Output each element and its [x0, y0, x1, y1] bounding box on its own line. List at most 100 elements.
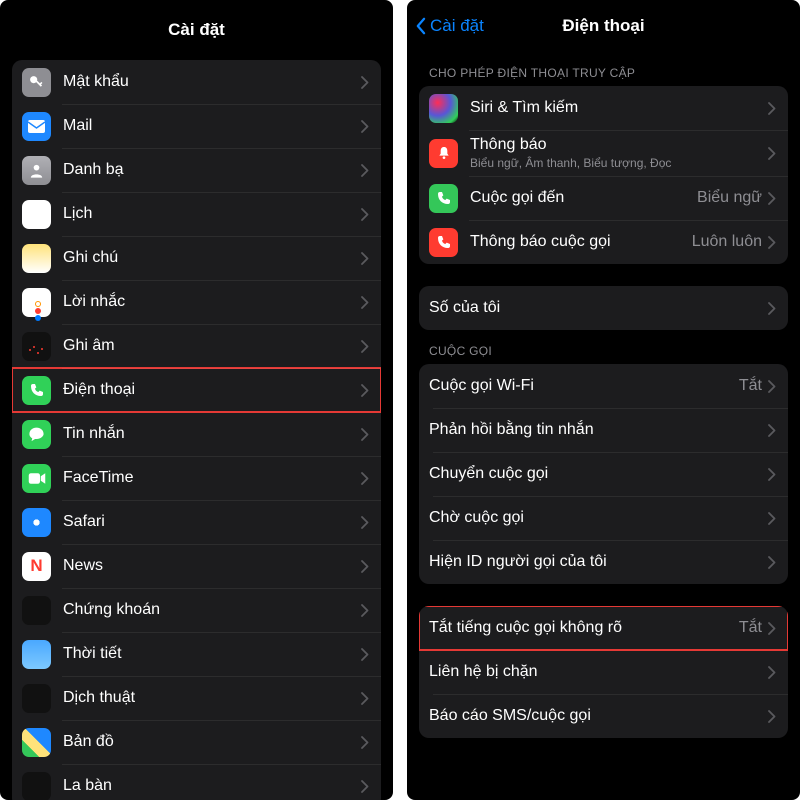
settings-screen: Cài đặt Mật khẩu Mail Danh bạLịch Ghi chú Lờ… — [0, 0, 393, 800]
chevron-right-icon — [768, 622, 776, 635]
weather-icon — [22, 640, 51, 669]
row-label: Cuộc gọi Wi-Fi — [429, 377, 739, 395]
back-button[interactable]: Cài đặt — [407, 16, 484, 36]
row-t-t-ti-ng-cu-c-g-i-kh-ng-r-[interactable]: Tắt tiếng cuộc gọi không rõTắt — [419, 606, 788, 650]
page-title: Cài đặt — [0, 0, 393, 60]
announce-call-icon — [429, 228, 458, 257]
notes-icon — [22, 244, 51, 273]
chevron-right-icon — [361, 472, 369, 485]
chevron-right-icon — [768, 302, 776, 315]
row-label: Tin nhắn — [63, 425, 361, 443]
chevron-right-icon — [361, 208, 369, 221]
reminders-icon — [22, 288, 51, 317]
settings-row-messages[interactable]: Tin nhắn — [12, 412, 381, 456]
settings-row-voice-memos[interactable]: Ghi âm — [12, 324, 381, 368]
chevron-right-icon — [361, 76, 369, 89]
chevron-right-icon — [361, 252, 369, 265]
settings-row-safari[interactable]: Safari — [12, 500, 381, 544]
row-incoming-call[interactable]: Cuộc gọi đếnBiểu ngữ — [419, 176, 788, 220]
row-hi-n-id-ng-i-g-i-c-a-t-i[interactable]: Hiện ID người gọi của tôi — [419, 540, 788, 584]
chevron-right-icon — [768, 102, 776, 115]
maps-icon — [22, 728, 51, 757]
incoming-call-icon — [429, 184, 458, 213]
chevron-right-icon — [361, 604, 369, 617]
row-label: FaceTime — [63, 469, 361, 487]
chevron-right-icon — [361, 736, 369, 749]
chevron-right-icon — [361, 428, 369, 441]
settings-row-calendar[interactable]: Lịch — [12, 192, 381, 236]
settings-row-key[interactable]: Mật khẩu — [12, 60, 381, 104]
settings-row-news[interactable]: N News — [12, 544, 381, 588]
contacts-icon — [22, 156, 51, 185]
row-label: Ghi chú — [63, 249, 361, 267]
stocks-icon — [22, 596, 51, 625]
row-subtitle: Biểu ngữ, Âm thanh, Biểu tượng, Đọc — [470, 156, 768, 170]
news-icon: N — [22, 552, 51, 581]
siri-icon — [429, 94, 458, 123]
row-li-n-h-b-ch-n[interactable]: Liên hệ bị chặn — [419, 650, 788, 694]
section-header-access: CHO PHÉP ĐIỆN THOẠI TRUY CẬP — [419, 52, 788, 86]
row-chuy-n-cu-c-g-i[interactable]: Chuyển cuộc gọi — [419, 452, 788, 496]
row-label: Bản đồ — [63, 733, 361, 751]
chevron-left-icon — [415, 17, 426, 35]
row-value: Biểu ngữ — [697, 189, 762, 207]
chevron-right-icon — [361, 164, 369, 177]
row-label: Thông báo cuộc gọi — [470, 233, 692, 251]
settings-row-phone[interactable]: Điện thoại — [12, 368, 381, 412]
settings-row-compass[interactable]: La bàn — [12, 764, 381, 800]
mail-icon — [22, 112, 51, 141]
row-ch-cu-c-g-i[interactable]: Chờ cuộc gọi — [419, 496, 788, 540]
my-number-row[interactable]: Số của tôi — [419, 286, 788, 330]
row-label: Hiện ID người gọi của tôi — [429, 553, 768, 571]
chevron-right-icon — [361, 560, 369, 573]
row-bell[interactable]: Thông báo Biểu ngữ, Âm thanh, Biểu tượng,… — [419, 130, 788, 176]
row-label: Thông báo — [470, 136, 768, 154]
chevron-right-icon — [361, 384, 369, 397]
chevron-right-icon — [768, 424, 776, 437]
row-label: Lời nhắc — [63, 293, 361, 311]
chevron-right-icon — [768, 236, 776, 249]
chevron-right-icon — [768, 512, 776, 525]
row-label: Mail — [63, 117, 361, 135]
row-label: Báo cáo SMS/cuộc gọi — [429, 707, 768, 725]
settings-row-stocks[interactable]: Chứng khoán — [12, 588, 381, 632]
settings-row-reminders[interactable]: Lời nhắc — [12, 280, 381, 324]
row-cu-c-g-i-wi-fi[interactable]: Cuộc gọi Wi-FiTắt — [419, 364, 788, 408]
row-announce-call[interactable]: Thông báo cuộc gọiLuôn luôn — [419, 220, 788, 264]
chevron-right-icon — [768, 147, 776, 160]
settings-list[interactable]: Mật khẩu Mail Danh bạLịch Ghi chú Lời nhắc Gh… — [0, 60, 393, 800]
settings-row-contacts[interactable]: Danh bạ — [12, 148, 381, 192]
row-label: Safari — [63, 513, 361, 531]
chevron-right-icon — [768, 192, 776, 205]
settings-row-facetime[interactable]: FaceTime — [12, 456, 381, 500]
row-label: News — [63, 557, 361, 575]
chevron-right-icon — [768, 666, 776, 679]
row-value: Tắt — [739, 619, 762, 637]
settings-row-translate[interactable]: Dịch thuật — [12, 676, 381, 720]
settings-row-maps[interactable]: Bản đồ — [12, 720, 381, 764]
row-label: Thời tiết — [63, 645, 361, 663]
row-label: Tắt tiếng cuộc gọi không rõ — [429, 619, 739, 637]
section-header-calls: CUỘC GỌI — [419, 330, 788, 364]
row-label: La bàn — [63, 777, 361, 795]
row-label: Ghi âm — [63, 337, 361, 355]
phone-settings-list[interactable]: CHO PHÉP ĐIỆN THOẠI TRUY CẬP Siri & Tìm … — [407, 52, 800, 738]
my-number-label: Số của tôi — [429, 299, 768, 317]
messages-icon — [22, 420, 51, 449]
row-label: Siri & Tìm kiếm — [470, 99, 768, 117]
voice-memos-icon — [22, 332, 51, 361]
settings-row-notes[interactable]: Ghi chú — [12, 236, 381, 280]
chevron-right-icon — [768, 710, 776, 723]
calendar-icon — [22, 200, 51, 229]
row-b-o-c-o-sms-cu-c-g-i[interactable]: Báo cáo SMS/cuộc gọi — [419, 694, 788, 738]
row-siri[interactable]: Siri & Tìm kiếm — [419, 86, 788, 130]
row-ph-n-h-i-b-ng-tin-nh-n[interactable]: Phản hồi bằng tin nhắn — [419, 408, 788, 452]
chevron-right-icon — [361, 692, 369, 705]
chevron-right-icon — [361, 780, 369, 793]
settings-row-mail[interactable]: Mail — [12, 104, 381, 148]
chevron-right-icon — [361, 120, 369, 133]
row-label: Cuộc gọi đến — [470, 189, 697, 207]
row-label: Chứng khoán — [63, 601, 361, 619]
row-label: Chờ cuộc gọi — [429, 509, 768, 527]
settings-row-weather[interactable]: Thời tiết — [12, 632, 381, 676]
